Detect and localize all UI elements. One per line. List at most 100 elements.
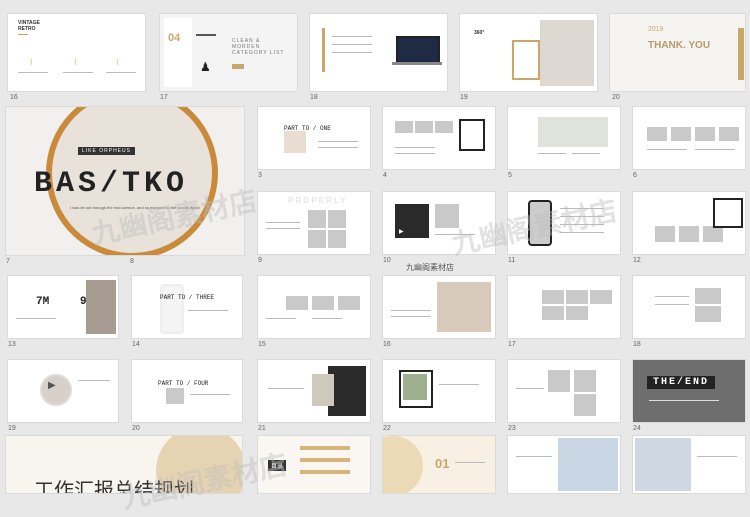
slide-number: 23: [508, 425, 516, 432]
slide-number: 16: [383, 341, 391, 348]
year-label: 2019: [648, 26, 664, 33]
slide-number: 10: [383, 257, 391, 264]
plant-photo: [403, 374, 427, 400]
laptop-mockup: [396, 36, 440, 64]
category-heading: CLEAN & MORDEN CATEGORY LIST: [232, 38, 285, 56]
phone-mockup: [160, 284, 184, 334]
part-title: PART TO / FOUR: [158, 380, 209, 387]
slide-number: 20: [612, 94, 620, 101]
slide-thumb-18b[interactable]: [633, 276, 745, 338]
stat-1: 7M: [36, 296, 50, 308]
section-number: 01: [435, 456, 450, 471]
slide-number: 19: [460, 94, 468, 101]
slide-thumb-9[interactable]: PROPERLY: [258, 192, 370, 254]
slide-thumb-24[interactable]: THE/END: [633, 360, 745, 422]
slide-thumb-cn-5[interactable]: [633, 436, 745, 493]
cn-heading: 工作汇报总结规划: [34, 478, 194, 493]
bed-photo: [437, 282, 491, 332]
phone-mockup: [528, 200, 552, 246]
slide-number: 7: [6, 258, 10, 265]
slide-thumb-cn-2[interactable]: 目录: [258, 436, 370, 493]
slide-number: 18: [310, 94, 318, 101]
share-icon: ⟨: [74, 59, 77, 66]
slide-thumb-12[interactable]: [633, 192, 745, 254]
gold-bar: [738, 28, 744, 80]
slide-number: 21: [258, 425, 266, 432]
thank-you-title: THANK. YOU: [648, 40, 711, 51]
slide-number: 3: [258, 172, 262, 179]
slide-thumb-18[interactable]: [310, 14, 447, 91]
slide-number: 19: [8, 425, 16, 432]
ghost-heading: PROPERLY: [288, 196, 348, 205]
sidebar-panel: [164, 18, 192, 87]
circle-photo: [40, 374, 72, 406]
slide-number: 18: [633, 341, 641, 348]
section-number: 04: [168, 32, 181, 44]
slide-number: 16: [10, 94, 18, 101]
slide-number: 11: [508, 257, 516, 264]
slide-thumb-4[interactable]: [383, 107, 495, 169]
slide-thumb-5[interactable]: [508, 107, 620, 169]
gate-icon: [196, 34, 216, 51]
slide-thumb-16[interactable]: VINTAGE RETRO ⟨ ⟨ ⟨: [8, 14, 145, 91]
slide-thumb-19[interactable]: 360°: [460, 14, 597, 91]
gold-bar: [18, 34, 28, 35]
slide-thumb-16b[interactable]: [383, 276, 495, 338]
slide-thumb-cn-3[interactable]: 01: [383, 436, 495, 493]
hat-photo: [540, 20, 594, 86]
slide-thumb-20[interactable]: 2019 THANK. YOU: [610, 14, 745, 91]
slide-thumb-17[interactable]: 04 ♟ CLEAN & MORDEN CATEGORY LIST: [160, 14, 297, 91]
chess-icon: ♟: [200, 60, 211, 74]
slide-thumb-10[interactable]: ▶: [383, 192, 495, 254]
slide-thumb-3[interactable]: PART TO / ONE: [258, 107, 370, 169]
slide-thumb-14[interactable]: PART TO / THREE: [132, 276, 242, 338]
portrait-photo: [435, 204, 459, 228]
slide-number: 6: [633, 172, 637, 179]
hands-photo: [284, 131, 306, 153]
part-title: PART TO / THREE: [160, 294, 215, 301]
play-icon: ▶: [399, 229, 404, 235]
gold-bar: [322, 28, 325, 72]
slide-number: 12: [633, 257, 641, 264]
share-icon: ⟨: [116, 59, 119, 66]
slide-thumb-17b[interactable]: [508, 276, 620, 338]
share-icon: ⟨: [30, 59, 33, 66]
photo-frame: [512, 40, 540, 80]
tea-photo: [538, 117, 608, 147]
hero-caption: I was let out through the real avenue, a…: [70, 205, 200, 210]
slide-number: 22: [383, 425, 391, 432]
more-button[interactable]: [232, 64, 244, 69]
play-icon[interactable]: ▶: [48, 380, 56, 391]
toc-badge: 目录: [268, 460, 287, 471]
hero-title: BAS/TKO: [34, 167, 189, 201]
slide-number: 4: [383, 172, 387, 179]
slide-thumb-19b[interactable]: ▶: [8, 360, 118, 422]
slide-thumb-15[interactable]: [258, 276, 370, 338]
slide-number: 17: [160, 94, 168, 101]
slide-thumb-22[interactable]: [383, 360, 495, 422]
slide-thumb-23[interactable]: [508, 360, 620, 422]
woman-photo: [312, 374, 334, 406]
slide-thumb-21[interactable]: [258, 360, 370, 422]
part-title: PART TO / ONE: [284, 125, 331, 132]
slide-thumb-cn-4[interactable]: [508, 436, 620, 493]
slide-number: 13: [8, 341, 16, 348]
slide-thumb-6[interactable]: [633, 107, 745, 169]
slide-number: 9: [258, 257, 262, 264]
slide-number: 5: [508, 172, 512, 179]
watermark-label: 九幽阁素材店: [406, 263, 454, 272]
slide-number: 15: [258, 341, 266, 348]
hero-subtitle: LIKE ORPHEUS: [78, 147, 135, 155]
slide-thumb-20b[interactable]: PART TO / FOUR: [132, 360, 242, 422]
slide-number: 24: [633, 425, 641, 432]
slide-number: 14: [132, 341, 140, 348]
slide-number: 17: [508, 341, 516, 348]
business-team-photo: [635, 438, 691, 491]
slide-thumb-13[interactable]: 7M 9W: [8, 276, 118, 338]
end-title: THE/END: [647, 376, 716, 389]
slide-thumb-cn-cover[interactable]: 工作汇报总结规划: [6, 436, 242, 493]
hero-slide[interactable]: LIKE ORPHEUS BAS/TKO I was let out throu…: [6, 107, 244, 255]
slide-thumb-11[interactable]: [508, 192, 620, 254]
slide-number: 20: [132, 425, 140, 432]
business-team-photo: [558, 438, 618, 491]
